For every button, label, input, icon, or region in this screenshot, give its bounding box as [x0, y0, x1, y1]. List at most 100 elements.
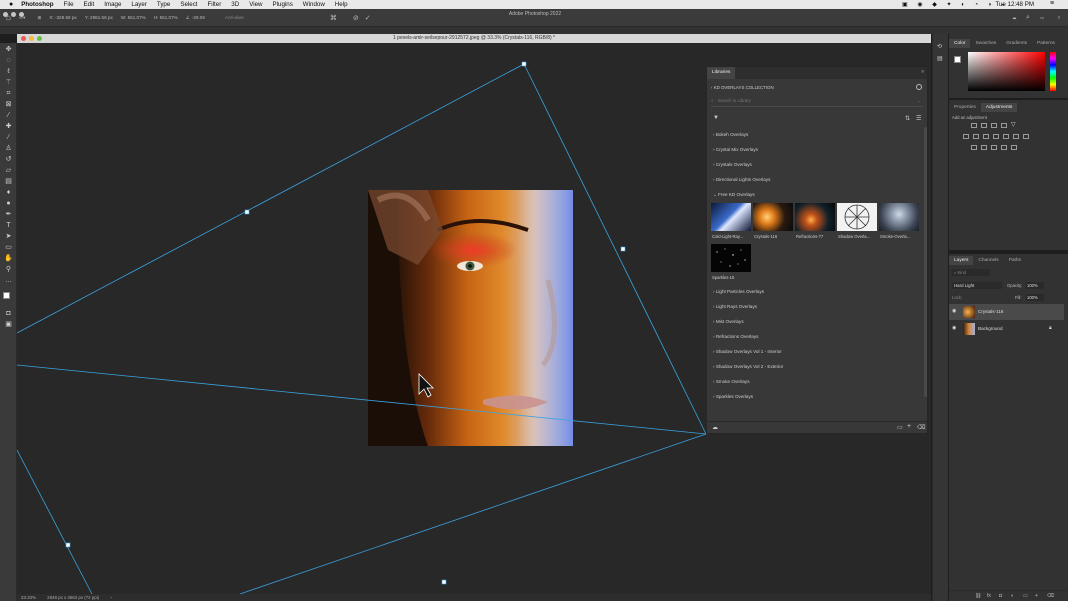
category-light-particles[interactable]: › Light Particles Overlays [713, 289, 764, 294]
transform-handle-right[interactable] [620, 246, 626, 252]
transform-handle-top[interactable] [521, 61, 527, 67]
adjustments-panel: Properties Adjustments Add an adjustment… [949, 100, 1068, 250]
category-mist[interactable]: › Mist Overlays [713, 319, 744, 324]
new-folder-icon[interactable]: ▭ [897, 424, 903, 431]
cloud-sync-icon[interactable]: ☁ [712, 424, 718, 431]
transform-edge-bottom[interactable] [239, 433, 707, 595]
visibility-eye-icon[interactable]: ◉ [952, 325, 956, 331]
kind-placeholder: Kind [957, 270, 966, 275]
layer-name[interactable]: Background [978, 326, 1003, 331]
category-shadow-vol2[interactable]: › Shadow Overlays Vol 2 - Exterior [713, 364, 783, 369]
transform-edge-left[interactable] [16, 449, 93, 595]
history-icon[interactable]: ⟲ [937, 43, 942, 50]
transform-edge-middle[interactable] [16, 364, 707, 435]
color-balance-icon[interactable] [983, 134, 989, 139]
tab-channels[interactable]: Channels [973, 256, 1003, 265]
thumb-sparkles-15[interactable] [711, 244, 751, 272]
thumb-cold-light-rays[interactable] [711, 203, 751, 231]
color-picker-field[interactable] [968, 52, 1045, 91]
hue-slider[interactable] [1050, 52, 1056, 91]
tab-patterns[interactable]: Patterns [1032, 39, 1060, 48]
transform-handle-bottom-left[interactable] [65, 542, 71, 548]
collection-header[interactable]: ‹ KD OVERLAYS COLLECTION [711, 85, 774, 90]
exposure-icon[interactable] [1001, 123, 1007, 128]
thumb-refractions-77[interactable] [795, 203, 835, 231]
layer-name[interactable]: Crystals-116 [978, 309, 1003, 314]
mask-icon[interactable]: ◘ [999, 593, 1002, 599]
color-lookup-icon[interactable] [1023, 134, 1029, 139]
invert-icon[interactable] [971, 145, 977, 150]
search-dropdown-icon[interactable]: ⌄ [917, 98, 921, 104]
view-list-icon[interactable]: ☰ [916, 115, 921, 122]
visibility-eye-icon[interactable]: ◉ [952, 308, 956, 314]
lock-icon: 🔒︎ [1049, 325, 1052, 331]
tab-layers[interactable]: Layers [949, 256, 974, 265]
library-search-field[interactable]: ⌕ Search in Library ⌄ [711, 98, 923, 107]
fill-field[interactable]: 100% [1026, 294, 1044, 301]
brightness-icon[interactable] [971, 123, 977, 128]
link-layers-icon[interactable]: ⛓ [975, 593, 981, 599]
color-panel: Color Swatches Gradients Patterns [949, 34, 1068, 98]
comments-icon[interactable]: ▤ [937, 55, 943, 62]
transform-edge-top-right[interactable] [523, 63, 707, 435]
layer-row-background[interactable]: ◉ Background 🔒︎ [949, 321, 1064, 337]
group-icon[interactable]: ▭ [1023, 593, 1028, 599]
zoom-level[interactable]: 33.33% [21, 595, 36, 600]
category-sparkles[interactable]: › Sparkles Overlays [713, 394, 753, 399]
category-refractions[interactable]: › Refractions Overlays [713, 334, 758, 339]
category-light-rays[interactable]: › Light Rays Overlays [713, 304, 757, 309]
trash-icon[interactable]: ⌫ [917, 424, 925, 431]
new-layer-icon[interactable]: + [1035, 593, 1038, 599]
tab-gradients[interactable]: Gradients [1001, 39, 1032, 48]
layer-filter-field[interactable]: ⌕ Kind [952, 269, 990, 276]
black-white-icon[interactable] [993, 134, 999, 139]
fx-icon[interactable]: fx [987, 593, 991, 599]
transform-handle-bottom[interactable] [441, 579, 447, 585]
delete-layer-icon[interactable]: ⌫ [1047, 593, 1054, 599]
status-chevron-icon[interactable]: › [110, 595, 111, 600]
vibrance-icon[interactable] [963, 134, 969, 139]
channel-mixer-icon[interactable] [1013, 134, 1019, 139]
tab-libraries[interactable]: Libraries [707, 67, 736, 79]
photo-filter-icon[interactable] [1003, 134, 1009, 139]
sort-icon[interactable]: ⇅ [905, 115, 910, 122]
category-shadow-vol1[interactable]: › Shadow Overlays Vol 1 - Interior [713, 349, 782, 354]
transform-handle-left[interactable] [244, 209, 250, 215]
add-element-icon[interactable]: + [907, 423, 911, 430]
tab-paths[interactable]: Paths [1004, 256, 1026, 265]
tab-adjustments[interactable]: Adjustments [980, 103, 1018, 112]
thumb-shadow-overlays[interactable] [837, 203, 877, 231]
category-directional-lights[interactable]: › Directional Lights Overlays [713, 177, 770, 182]
tab-swatches[interactable]: Swatches [970, 39, 1001, 48]
adjustment-layer-icon[interactable]: ◐ [1011, 593, 1014, 599]
category-bokeh[interactable]: › Bokeh Overlays [713, 132, 748, 137]
selective-color-icon[interactable] [1011, 145, 1017, 150]
levels-icon[interactable] [981, 123, 987, 128]
panel-menu-icon[interactable]: ≡ [921, 67, 924, 79]
posterize-icon[interactable] [981, 145, 987, 150]
document-info[interactable]: 2848 px x 3662 px (72 ppi) [47, 595, 99, 600]
opacity-field[interactable]: 100% [1026, 282, 1044, 289]
category-free-kd[interactable]: ⌄ Free KD Overlays [713, 192, 755, 198]
collaborator-icon[interactable] [916, 84, 922, 90]
filter-icon[interactable]: ▼ [713, 115, 719, 121]
tab-color[interactable]: Color [949, 39, 971, 48]
tab-properties[interactable]: Properties [949, 103, 981, 112]
curves-icon[interactable] [991, 123, 997, 128]
hue-sat-icon[interactable] [973, 134, 979, 139]
gradient-map-triangle-icon[interactable]: ▽ [1011, 121, 1016, 128]
gradient-map-icon[interactable] [1001, 145, 1007, 150]
blend-mode-select[interactable]: Hard Light [952, 282, 1002, 289]
libraries-panel: Libraries ≡ ‹ KD OVERLAYS COLLECTION ⌕ S… [706, 66, 928, 434]
library-scrollbar[interactable] [924, 127, 927, 397]
thumb-crystals-116[interactable] [753, 203, 793, 231]
transform-edge-top-left[interactable] [16, 63, 525, 334]
category-crystal-mix[interactable]: › Crystal Mix Overlays [713, 147, 758, 152]
category-crystals[interactable]: › Crystals Overlays [713, 162, 752, 167]
thumb-smoke-overlays[interactable] [879, 203, 919, 231]
fg-color-chip[interactable] [954, 56, 961, 63]
layer-row-crystals[interactable]: ◉ Crystals-116 [949, 304, 1064, 320]
category-smoke[interactable]: › Smoke Overlays [713, 379, 750, 384]
back-chevron-icon[interactable]: ‹ [711, 85, 712, 90]
threshold-icon[interactable] [991, 145, 997, 150]
